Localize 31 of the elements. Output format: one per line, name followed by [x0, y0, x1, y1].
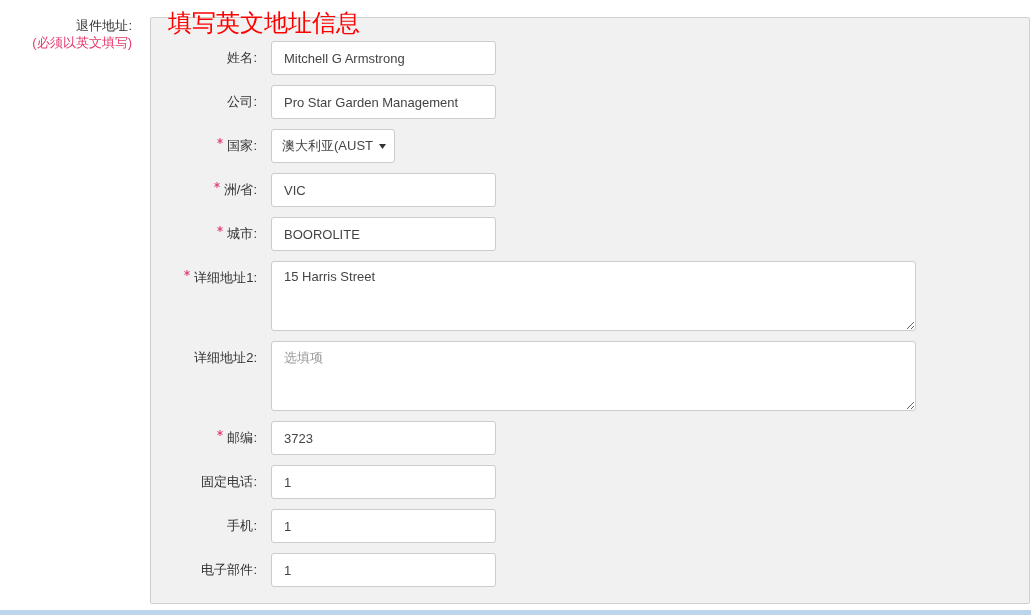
text-input[interactable]: 1 [271, 509, 496, 543]
text-input[interactable]: Pro Star Garden Management [271, 85, 496, 119]
field-label: 详细地址1: [161, 261, 257, 286]
text-input[interactable]: BOOROLITE [271, 217, 496, 251]
textarea-field[interactable]: 选填项 [271, 341, 916, 411]
field-label: 邮编: [161, 421, 257, 446]
text-input[interactable]: 1 [271, 553, 496, 587]
text-input[interactable]: VIC [271, 173, 496, 207]
text-input[interactable]: 1 [271, 465, 496, 499]
required-asterisk-icon [184, 270, 191, 276]
field-label: 详细地址2: [193, 349, 257, 366]
field-label: 固定电话: [200, 473, 257, 490]
field-label: 姓名: [226, 49, 257, 66]
required-asterisk-icon [217, 138, 224, 144]
text-input[interactable]: 3723 [271, 421, 496, 455]
field-label: 国家: [161, 129, 257, 154]
textarea-field[interactable]: 15 Harris Street [271, 261, 916, 331]
section-note: (必须以英文填写) [32, 34, 132, 52]
caret-icon [379, 143, 386, 149]
section-label: 退件地址: [76, 18, 132, 34]
country-select[interactable]: 澳大利亚(AUST [271, 129, 395, 163]
field-label: 手机: [226, 517, 257, 534]
field-label: 城市: [161, 217, 257, 242]
required-asterisk-icon [213, 182, 220, 188]
required-asterisk-icon [217, 226, 224, 232]
text-input[interactable]: Mitchell G Armstrong [271, 41, 496, 75]
panel-title: 填写英文地址信息 [168, 9, 360, 37]
field-label: 电子部件: [200, 561, 257, 578]
field-label: 洲/省: [161, 173, 257, 198]
field-label: 公司: [226, 93, 257, 110]
required-asterisk-icon [217, 430, 224, 436]
